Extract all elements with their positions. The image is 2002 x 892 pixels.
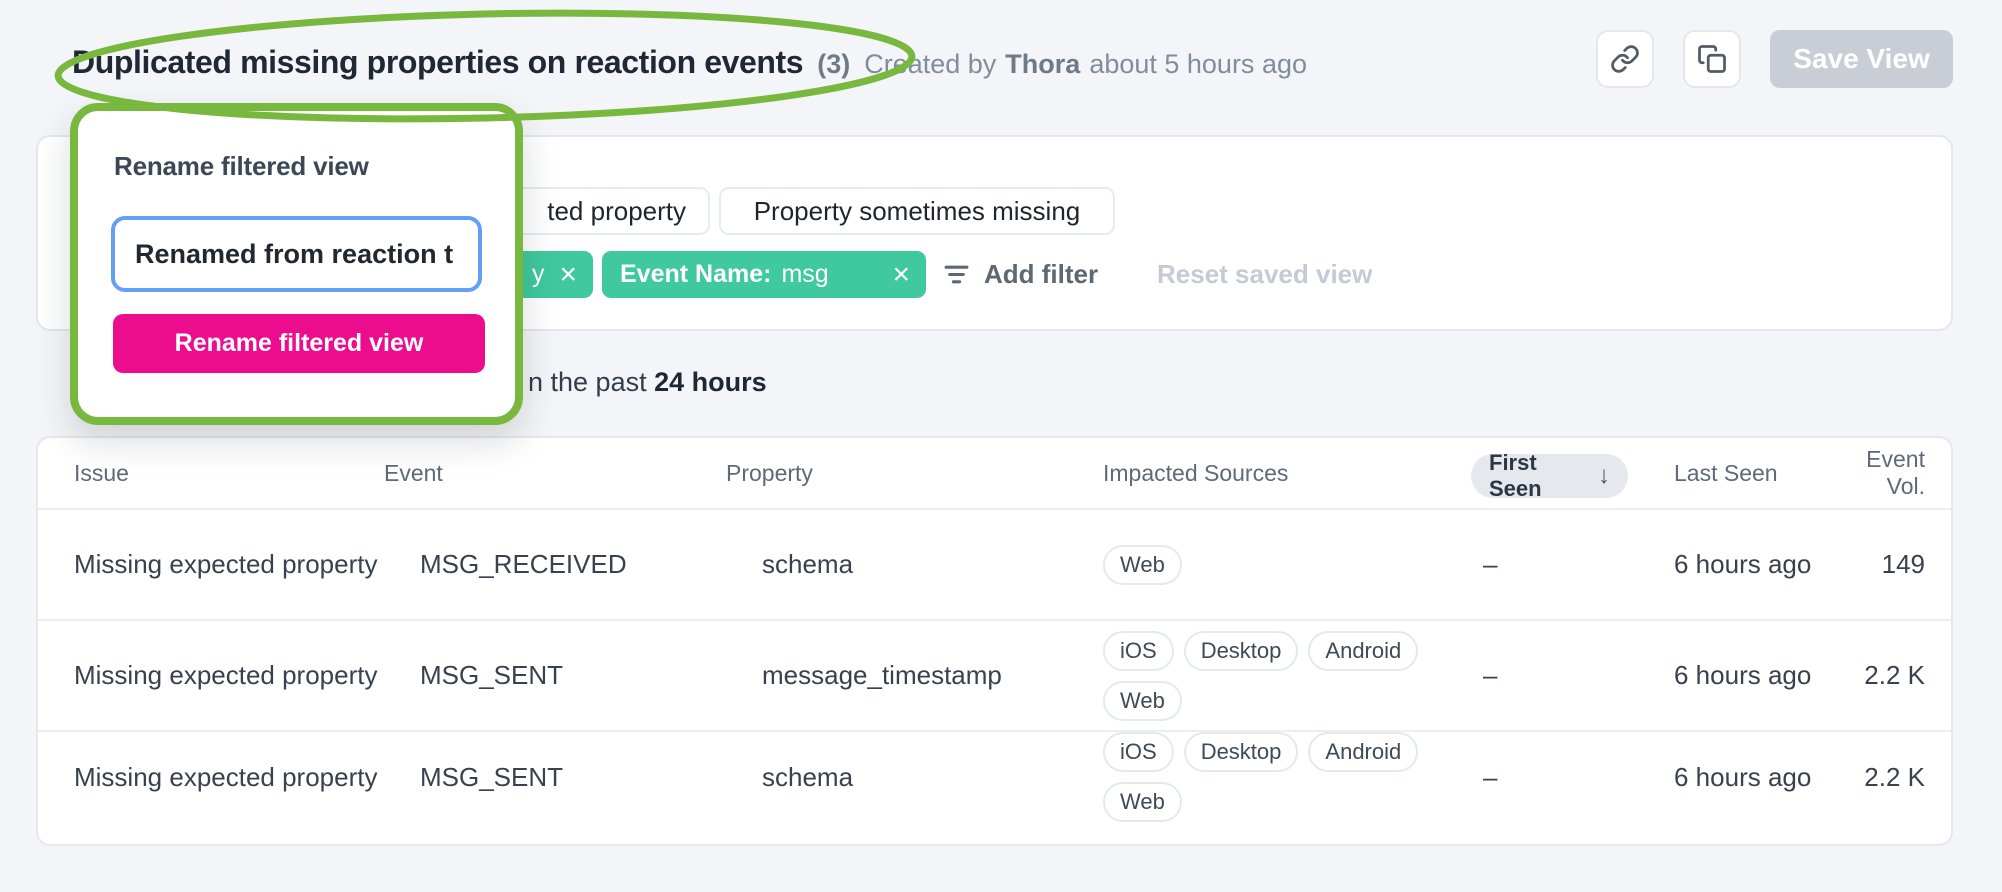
duplicate-view-button[interactable] xyxy=(1683,30,1741,88)
copy-icon xyxy=(1697,44,1727,74)
close-icon[interactable]: × xyxy=(892,260,910,290)
tag-label: y xyxy=(532,260,545,289)
table-row[interactable]: Missing expected propertyMSG_SENTmessage… xyxy=(38,619,1951,730)
cell-property: schema xyxy=(726,762,1067,793)
source-pill: Android xyxy=(1308,631,1418,671)
column-header-impacted-sources[interactable]: Impacted Sources xyxy=(1067,460,1452,487)
reset-saved-view-button[interactable]: Reset saved view xyxy=(1157,251,1372,298)
chip-label: Property sometimes missing xyxy=(754,196,1081,227)
table-row[interactable]: Missing expected propertyMSG_SENTschemai… xyxy=(38,730,1951,822)
cell-issue: Missing expected property xyxy=(38,549,384,580)
cell-event: MSG_RECEIVED xyxy=(384,549,726,580)
table-body: Missing expected propertyMSG_RECEIVEDsch… xyxy=(38,508,1951,822)
popover-title: Rename filtered view xyxy=(114,151,369,182)
source-pill: Android xyxy=(1308,732,1418,772)
column-header-property[interactable]: Property xyxy=(726,460,1067,487)
column-header-last-seen[interactable]: Last Seen xyxy=(1628,460,1828,487)
rename-submit-button[interactable]: Rename filtered view xyxy=(113,314,485,373)
cell-property: message_timestamp xyxy=(726,660,1067,691)
cell-issue: Missing expected property xyxy=(38,762,384,793)
table-header-row: Issue Event Property Impacted Sources Fi… xyxy=(38,438,1951,508)
summary-prefix: n the past xyxy=(528,367,654,397)
cell-event-vol: 2.2 K xyxy=(1828,660,1951,691)
cell-event-vol: 2.2 K xyxy=(1828,762,1951,793)
cell-last-seen: 6 hours ago xyxy=(1628,762,1828,793)
link-icon xyxy=(1610,44,1640,74)
created-time: about 5 hours ago xyxy=(1089,49,1307,80)
rename-input[interactable] xyxy=(111,216,482,292)
source-pill: iOS xyxy=(1103,732,1174,772)
page-title: Duplicated missing properties on reactio… xyxy=(72,44,803,81)
filter-tag-event-name[interactable]: Event Name: msg × xyxy=(602,251,926,298)
sort-column-label: First Seen xyxy=(1489,450,1588,502)
tag-value: msg xyxy=(781,260,828,289)
table-row[interactable]: Missing expected propertyMSG_RECEIVEDsch… xyxy=(38,508,1951,619)
cell-impacted-sources: iOSDesktopAndroid Web xyxy=(1067,732,1452,822)
cell-first-seen: – xyxy=(1452,762,1628,793)
app-canvas: Duplicated missing properties on reactio… xyxy=(0,0,2002,892)
rename-popover: Rename filtered view Rename filtered vie… xyxy=(70,103,523,425)
issues-table: Issue Event Property Impacted Sources Fi… xyxy=(36,436,1953,846)
sort-arrow-icon: ↓ xyxy=(1598,462,1610,490)
tag-label: Event Name: xyxy=(620,260,771,289)
source-pill: Desktop xyxy=(1184,631,1299,671)
source-pill: Web xyxy=(1103,681,1182,721)
filter-lines-icon xyxy=(943,261,970,288)
source-pill: Web xyxy=(1103,545,1182,585)
copy-link-button[interactable] xyxy=(1596,30,1654,88)
chip-label: ted property xyxy=(547,196,686,227)
add-filter-button[interactable]: Add filter xyxy=(943,251,1098,298)
cell-last-seen: 6 hours ago xyxy=(1628,549,1828,580)
source-pill: Desktop xyxy=(1184,732,1299,772)
cell-impacted-sources: Web xyxy=(1067,545,1452,585)
cell-event-vol: 149 xyxy=(1828,549,1951,580)
issues-summary: n the past 24 hours xyxy=(528,367,767,398)
column-header-event-vol[interactable]: Event Vol. xyxy=(1828,446,1951,500)
column-header-event[interactable]: Event xyxy=(384,460,726,487)
source-pill: iOS xyxy=(1103,631,1174,671)
cell-issue: Missing expected property xyxy=(38,660,384,691)
header-actions: Save View xyxy=(1596,30,1953,88)
created-meta: Created by Thora about 5 hours ago xyxy=(864,49,1307,80)
cell-event: MSG_SENT xyxy=(384,660,726,691)
cell-property: schema xyxy=(726,549,1067,580)
column-header-issue[interactable]: Issue xyxy=(38,460,384,487)
column-header-first-seen: First Seen ↓ xyxy=(1452,449,1628,498)
cell-last-seen: 6 hours ago xyxy=(1628,660,1828,691)
issue-count: (3) xyxy=(817,49,850,80)
issue-type-chip-2[interactable]: Property sometimes missing xyxy=(719,187,1115,235)
summary-range: 24 hours xyxy=(654,367,767,397)
cell-first-seen: – xyxy=(1452,660,1628,691)
save-view-button[interactable]: Save View xyxy=(1770,30,1953,88)
page-header: Duplicated missing properties on reactio… xyxy=(72,44,1307,81)
created-user: Thora xyxy=(1005,49,1080,80)
cell-first-seen: – xyxy=(1452,549,1628,580)
created-prefix: Created by xyxy=(864,49,996,80)
cell-impacted-sources: iOSDesktopAndroid Web xyxy=(1067,631,1452,721)
source-pill: Web xyxy=(1103,782,1182,822)
cell-event: MSG_SENT xyxy=(384,762,726,793)
sort-first-seen-button[interactable]: First Seen ↓ xyxy=(1471,454,1628,498)
add-filter-label: Add filter xyxy=(984,259,1098,290)
close-icon[interactable]: × xyxy=(559,260,577,290)
